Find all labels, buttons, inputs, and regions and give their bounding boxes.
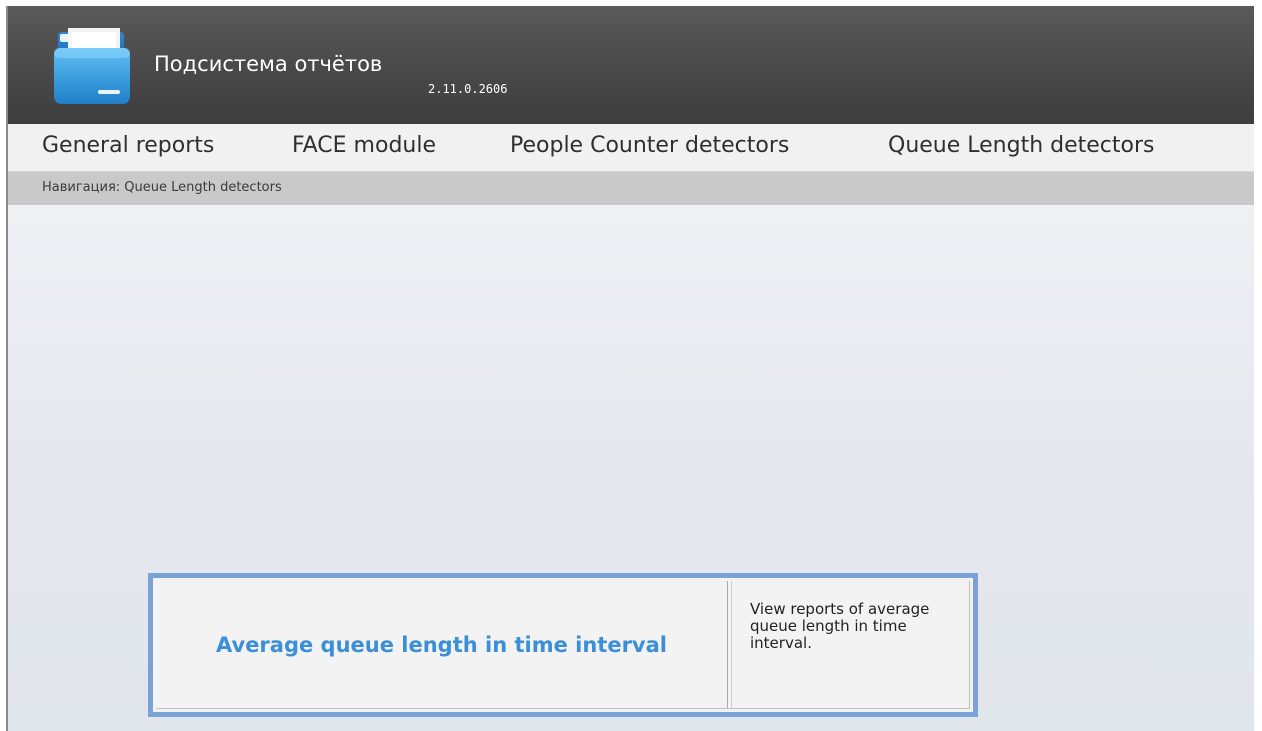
report-description: View reports of average queue length in … bbox=[750, 600, 930, 652]
breadcrumb-bar: Навигация: Queue Length detectors bbox=[8, 172, 1254, 205]
folder-icon bbox=[54, 28, 130, 104]
app-header: Подсистема отчётов 2.11.0.2606 bbox=[8, 6, 1254, 124]
app-title: Подсистема отчётов bbox=[154, 52, 383, 76]
report-description-cell: View reports of average queue length in … bbox=[731, 581, 969, 708]
app-window: Подсистема отчётов 2.11.0.2606 General r… bbox=[6, 6, 1254, 731]
report-card: Average queue length in time interval Vi… bbox=[148, 573, 978, 717]
menu-item-queue-length-detectors[interactable]: Queue Length detectors bbox=[888, 133, 1155, 158]
breadcrumb: Навигация: Queue Length detectors bbox=[42, 180, 282, 195]
menu-item-people-counter-detectors[interactable]: People Counter detectors bbox=[510, 133, 789, 158]
content-area: Average queue length in time interval Vi… bbox=[8, 205, 1254, 731]
report-link[interactable]: Average queue length in time interval bbox=[216, 633, 667, 657]
report-name-cell: Average queue length in time interval bbox=[156, 581, 728, 708]
menu-item-general-reports[interactable]: General reports bbox=[42, 133, 214, 158]
app-version: 2.11.0.2606 bbox=[428, 82, 508, 96]
main-menu: General reports FACE module People Count… bbox=[8, 124, 1254, 172]
menu-item-face-module[interactable]: FACE module bbox=[292, 133, 436, 158]
